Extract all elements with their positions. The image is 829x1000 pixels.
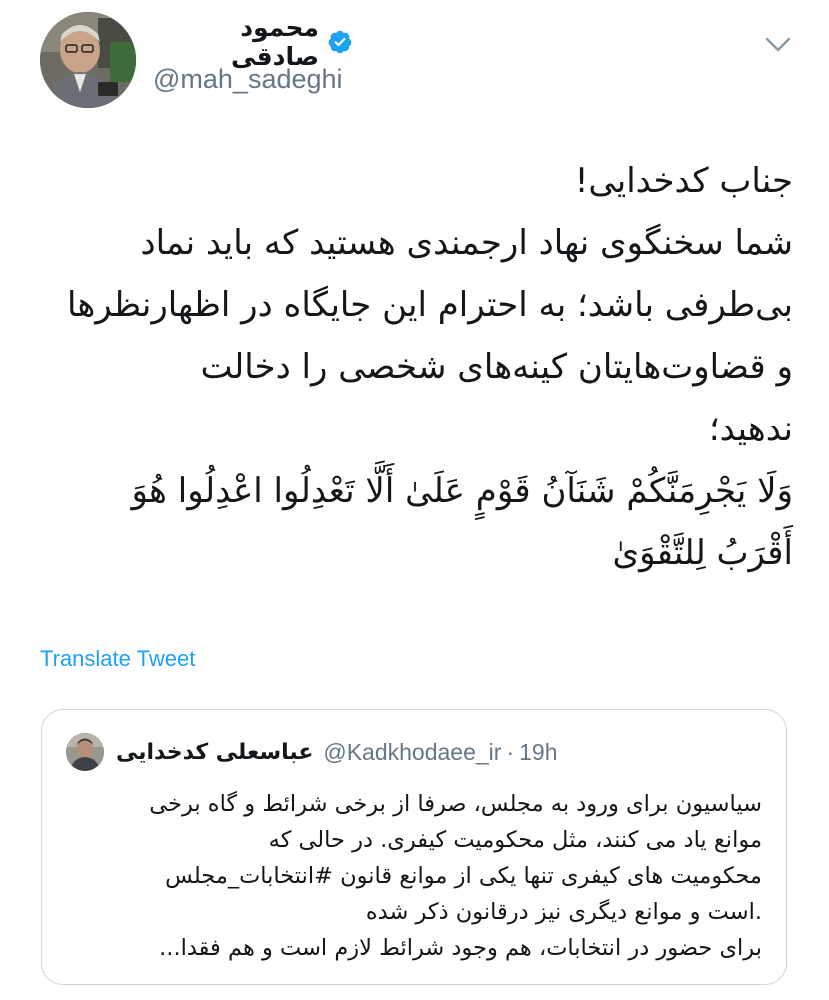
- quoted-text-line: برای حضور در انتخابات، هم وجود شرائط لاز…: [159, 935, 762, 961]
- tweet: محمود صادقی @mah_sadeghi جناب کدخدایی! ش…: [0, 0, 829, 1000]
- quoted-text-line: سیاسیون برای ورود به مجلس، صرفا از برخی …: [149, 791, 762, 817]
- quoted-timestamp: 19h: [519, 738, 558, 765]
- quoted-text-line: .است و موانع دیگری نیز درقانون ذکر شده: [365, 899, 762, 925]
- quoted-tweet-text: سیاسیون برای ورود به مجلس، صرفا از برخی …: [62, 786, 762, 966]
- quoted-author-handle: @Kadkhodaee_ir: [323, 738, 502, 765]
- verified-badge-icon: [327, 29, 353, 55]
- verse-line: وَلَا يَجْرِمَنَّكُمْ شَنَآنُ قَوْمٍ عَل…: [131, 471, 793, 511]
- author-names[interactable]: محمود صادقی @mah_sadeghi: [153, 13, 413, 95]
- quoted-author-display-name: عباسعلی کدخدایی: [116, 739, 314, 765]
- tweet-text: جناب کدخدایی! شما سخنگوی نهاد ارجمندی هس…: [28, 150, 793, 584]
- tweet-text-line: شما سخنگوی نهاد ارجمندی هستید که باید نم…: [140, 223, 794, 263]
- quoted-tweet[interactable]: عباسعلی کدخدایی @Kadkhodaee_ir · 19h سیا…: [41, 709, 787, 985]
- quoted-avatar-photo: [66, 733, 104, 771]
- author-handle: @mah_sadeghi: [153, 64, 343, 94]
- tweet-text-line: ندهید؛: [708, 409, 793, 449]
- author-avatar[interactable]: [40, 12, 136, 108]
- quoted-separator: ·: [506, 738, 515, 765]
- tweet-text-line: و قضاوت‌هایتان کینه‌های شخصی را دخالت: [200, 347, 793, 387]
- quoted-tweet-header: عباسعلی کدخدایی @Kadkhodaee_ir · 19h: [66, 732, 558, 772]
- author-display-name: محمود صادقی: [230, 13, 319, 71]
- verse-line: أَقْرَبُ لِلتَّقْوَىٰ: [612, 533, 793, 573]
- chevron-down-icon[interactable]: [763, 34, 793, 56]
- avatar-photo: [40, 12, 136, 108]
- quoted-text-line: محکومیت های کیفری تنها یکی از موانع قانو…: [165, 863, 762, 889]
- quoted-text-line: موانع یاد می کنند، مثل محکومیت کیفری. در…: [268, 827, 762, 853]
- quoted-author-avatar[interactable]: [66, 733, 104, 771]
- translate-tweet-link[interactable]: Translate Tweet: [40, 646, 195, 672]
- tweet-text-line: بی‌طرفی باشد؛ به احترام این جایگاه در اظ…: [66, 285, 793, 325]
- tweet-text-line: جناب کدخدایی!: [574, 161, 793, 201]
